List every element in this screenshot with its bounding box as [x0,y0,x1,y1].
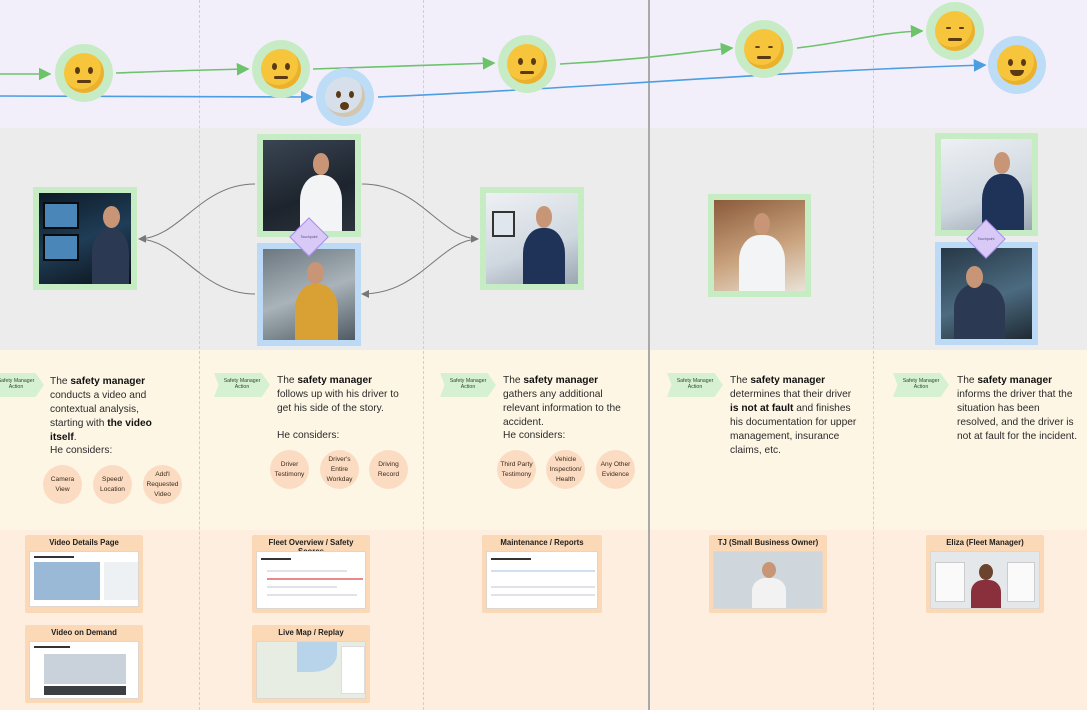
action-tag: Safety Manager Action [893,373,949,397]
persona-card-eliza[interactable]: Eliza (Fleet Manager) [926,535,1044,613]
action-tag: Safety Manager Action [440,373,496,397]
emphasis-text: safety manager [523,375,599,386]
emphasis-text: is not at fault [730,403,794,414]
screen-card-title: Video on Demand [51,628,117,637]
screen-card-video-on-demand[interactable]: Video on Demand [25,625,143,703]
screen-thumbnail [29,641,139,699]
consideration-chip: Driver Testimony [270,450,309,489]
screen-card-maintenance[interactable]: Maintenance / Reports [482,535,602,613]
photo-manager-reviewing-video [33,187,137,290]
description-text: determines that their driver [730,389,852,400]
consideration-chip: Driving Record [369,450,408,489]
description-text: informs the driver that the situation ha… [957,389,1078,442]
action-tag: Safety Manager Action [214,373,270,397]
column-divider [423,0,424,710]
touchpoint-label: Touchpoint [300,235,318,239]
screen-thumbnail [256,551,366,609]
step-4-description: The safety manager determines that their… [730,374,858,458]
screen-thumbnail [486,551,598,609]
description-text: The [503,375,524,386]
thinking-emoji [55,44,113,102]
screen-card-title: Maintenance / Reports [500,538,584,547]
consideration-chip: Vehicle Inspection/ Health [546,450,585,489]
description-text: The [957,375,978,386]
photo-manager-at-desk [480,187,584,290]
raised-eyebrow-emoji [252,40,310,98]
persona-card-tj[interactable]: TJ (Small Business Owner) [709,535,827,613]
screen-card-title: Fleet Overview / Safety Scores [268,538,354,556]
phase-divider [648,0,650,710]
description-text: gathers any additional relevant informat… [503,389,621,428]
fearful-emoji [316,68,374,126]
screen-card-fleet-overview[interactable]: Fleet Overview / Safety Scores [252,535,370,613]
thinking-emoji [498,35,556,93]
melting-emoji [988,36,1046,94]
screen-card-title: Live Map / Replay [278,628,344,637]
photo-driver-on-phone [257,243,361,346]
screen-card-title: Video Details Page [49,538,119,547]
description-text: follows up with his driver to get his si… [277,389,399,414]
considers-label: He considers: [277,430,340,441]
photo-manager-documenting [708,194,811,297]
description-text: The [730,375,751,386]
emphasis-text: safety manager [70,376,146,387]
description-text: The [50,376,71,387]
consideration-chip: Speed/ Location [93,465,132,504]
step-3-description: The safety manager gathers any additiona… [503,374,628,430]
considers-label: He considers: [503,430,566,441]
consideration-chip: Driver's Entire Workday [320,450,359,489]
considers-label: He considers: [50,445,113,456]
emphasis-text: safety manager [297,375,373,386]
sighing-emoji [735,20,793,78]
consideration-chip: Third Party Testimony [497,450,536,489]
consideration-chip: Camera View [43,465,82,504]
action-tag: Safety Manager Action [0,373,44,397]
description-text: . [73,432,77,443]
screen-card-live-map[interactable]: Live Map / Replay [252,625,370,703]
step-5-description: The safety manager informs the driver th… [957,374,1081,444]
consideration-chip: Any Other Evidence [596,450,635,489]
step-2-description: The safety manager follows up with his d… [277,374,402,416]
screen-thumbnail [29,551,139,607]
description-text: The [277,375,298,386]
step-1-description: The safety manager conducts a video and … [50,375,175,445]
column-divider [199,0,200,710]
action-tag: Safety Manager Action [667,373,723,397]
relieved-emoji [926,2,984,60]
emphasis-text: safety manager [750,375,826,386]
screen-thumbnail [256,641,366,699]
consideration-chip: Add'l Requested Video [143,465,182,504]
persona-card-title: TJ (Small Business Owner) [717,538,819,547]
persona-photo [930,551,1040,609]
persona-card-title: Eliza (Fleet Manager) [946,538,1024,547]
persona-photo [713,551,823,609]
touchpoint-label: Touchpoint [977,237,995,241]
emphasis-text: safety manager [977,375,1053,386]
screen-card-video-details[interactable]: Video Details Page [25,535,143,613]
column-divider [873,0,874,710]
